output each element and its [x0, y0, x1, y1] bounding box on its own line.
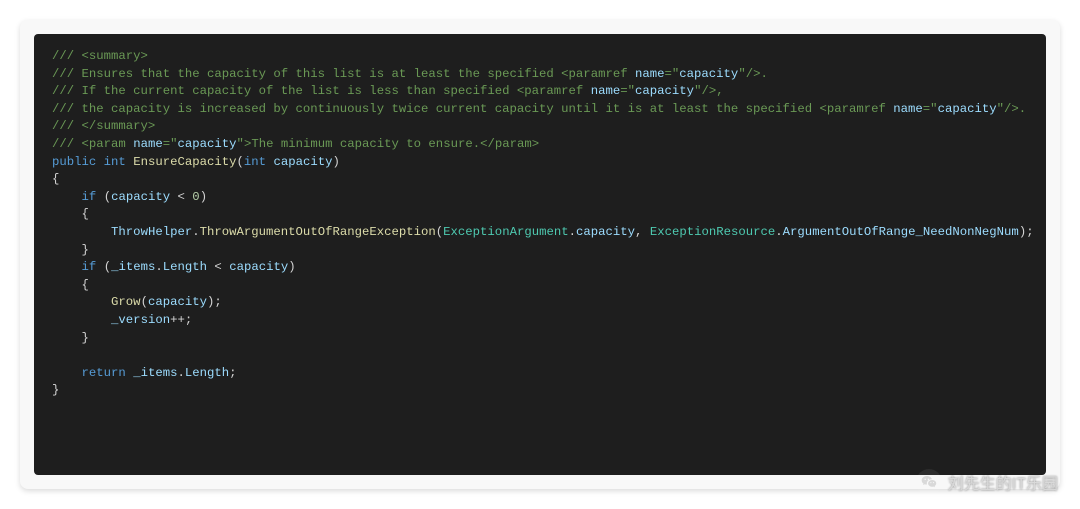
code-snippet-frame: /// <summary> /// Ensures that the capac… [20, 20, 1060, 489]
code-block: /// <summary> /// Ensures that the capac… [34, 34, 1046, 475]
watermark-text: 刘先生的IT乐园 [948, 470, 1058, 494]
code-content: /// <summary> /// Ensures that the capac… [52, 48, 1028, 400]
watermark: 刘先生的IT乐园 [916, 469, 1058, 495]
wechat-icon [916, 469, 942, 495]
